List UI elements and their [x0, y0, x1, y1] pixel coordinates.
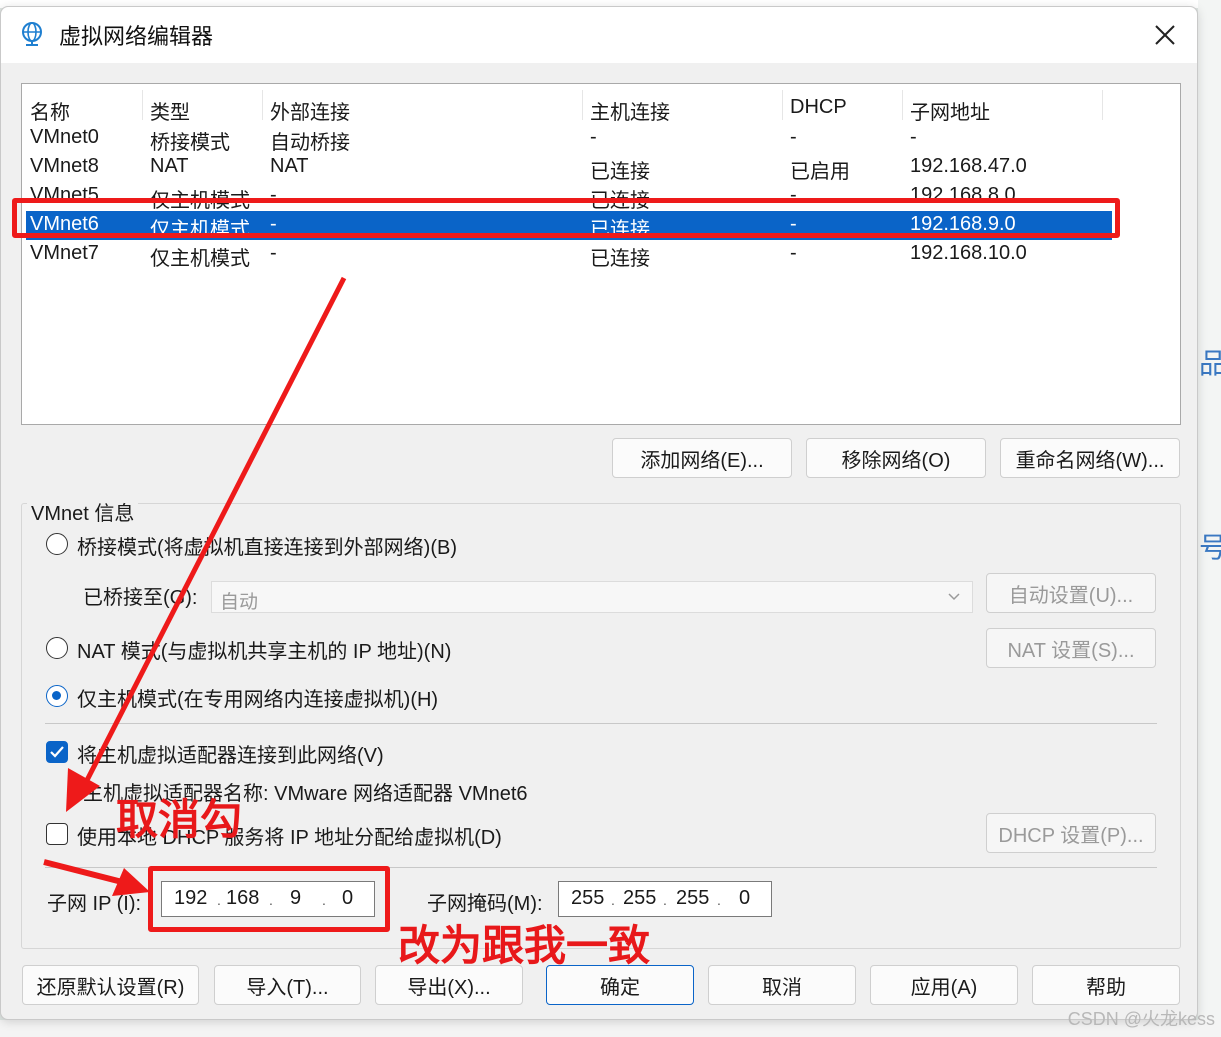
annotation-match-text: 改为跟我一致	[398, 921, 651, 970]
annotation-uncheck-text: 取消勾	[116, 795, 243, 844]
annotation-arrow-line-2	[43, 859, 131, 887]
annotation-arrows	[43, 276, 347, 896]
annotation-arrow-line	[79, 276, 347, 792]
annotation-arrowhead	[66, 768, 100, 812]
watermark: CSDN @火龙kess	[1067, 1009, 1215, 1029]
